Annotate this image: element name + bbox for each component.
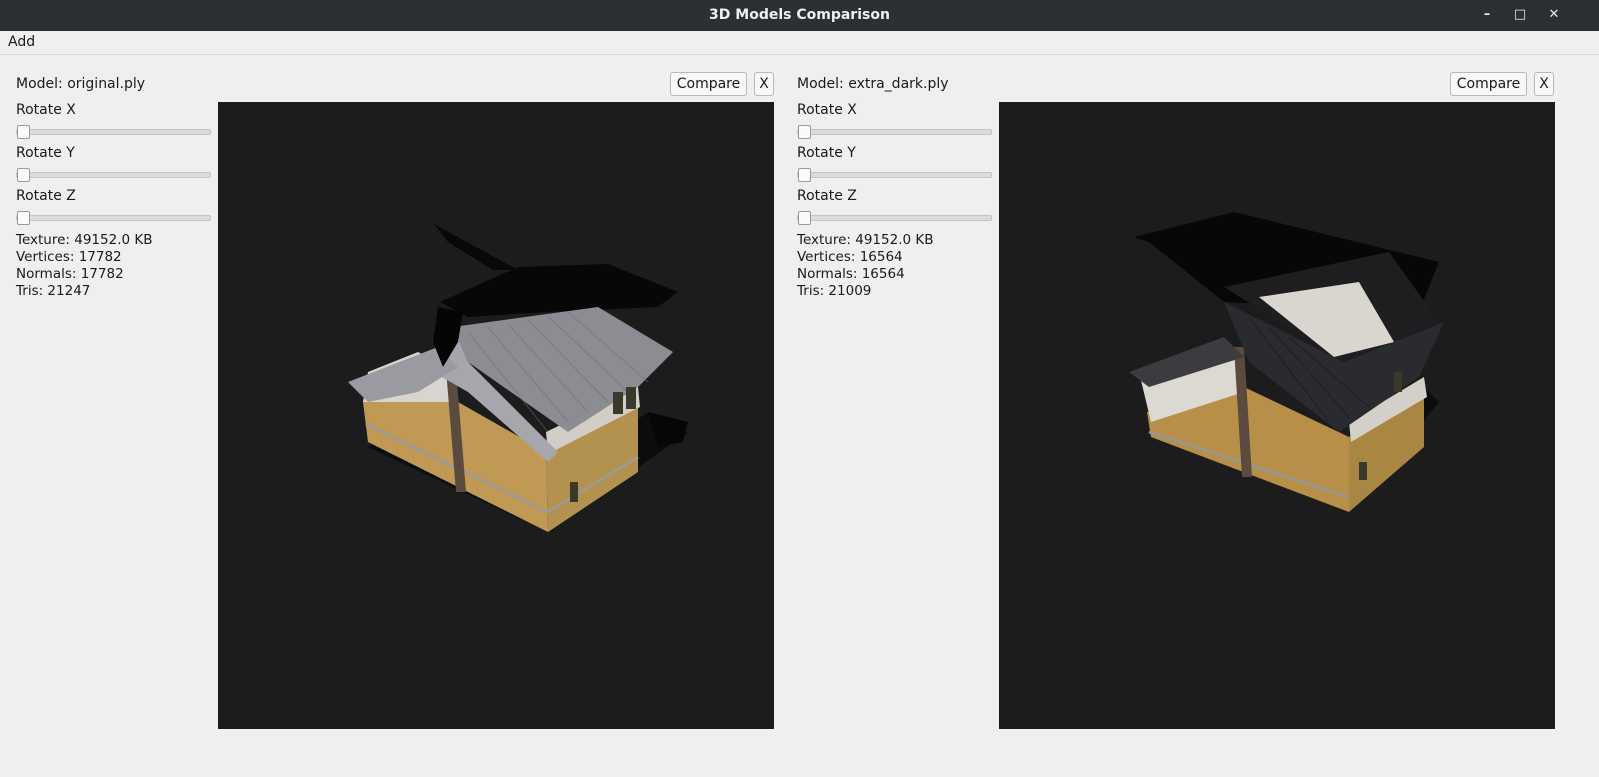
rotate-y-label: Rotate Y [16,145,75,161]
rotate-y-slider-handle[interactable] [798,168,811,182]
tris-stat: Tris: 21009 [797,283,872,299]
maximize-icon[interactable]: □ [1511,6,1529,24]
rotate-z-slider-handle[interactable] [17,211,30,225]
close-window-icon[interactable]: ✕ [1545,6,1563,24]
model-stats: Texture: 49152.0 KB Vertices: 17782 Norm… [16,232,153,300]
texture-stat: Texture: 49152.0 KB [16,232,153,248]
rotate-x-label: Rotate X [797,102,857,118]
compare-button[interactable]: Compare [670,72,747,96]
model-label: Model: extra_dark.ply [797,76,949,92]
rotate-x-slider[interactable] [16,125,211,139]
rotate-z-slider-handle[interactable] [798,211,811,225]
model-label: Model: original.ply [16,76,146,92]
remove-model-button[interactable]: X [754,72,774,96]
rotate-x-label: Rotate X [16,102,76,118]
rotate-y-slider[interactable] [16,168,211,182]
vertices-stat: Vertices: 17782 [16,249,122,265]
menu-bar: Add [0,31,1599,55]
remove-model-button[interactable]: X [1534,72,1554,96]
normals-stat: Normals: 16564 [797,266,905,282]
rotate-y-slider-handle[interactable] [17,168,30,182]
window-title: 3D Models Comparison [709,7,890,23]
house-model-render [348,224,688,532]
window-titlebar: 3D Models Comparison – □ ✕ [0,0,1599,31]
rotate-x-slider[interactable] [797,125,992,139]
model-panel-extra-dark: Model: extra_dark.ply Compare X Rotate X… [781,54,1571,754]
model-stats: Texture: 49152.0 KB Vertices: 16564 Norm… [797,232,934,300]
normals-stat: Normals: 17782 [16,266,124,282]
minimize-icon[interactable]: – [1478,6,1496,24]
tris-stat: Tris: 21247 [16,283,91,299]
model-panel-original: Model: original.ply Compare X Rotate X R… [0,54,790,754]
rotate-x-slider-handle[interactable] [798,125,811,139]
rotate-y-label: Rotate Y [797,145,856,161]
vertices-stat: Vertices: 16564 [797,249,903,265]
compare-button[interactable]: Compare [1450,72,1527,96]
rotate-x-slider-handle[interactable] [17,125,30,139]
3d-viewport[interactable] [218,102,774,729]
3d-viewport[interactable] [999,102,1555,729]
rotate-z-label: Rotate Z [797,188,857,204]
rotate-z-label: Rotate Z [16,188,76,204]
rotate-z-slider[interactable] [797,211,992,225]
rotate-y-slider[interactable] [797,168,992,182]
texture-stat: Texture: 49152.0 KB [797,232,934,248]
menu-add[interactable]: Add [8,34,35,50]
house-model-render [1129,212,1444,512]
rotate-z-slider[interactable] [16,211,211,225]
